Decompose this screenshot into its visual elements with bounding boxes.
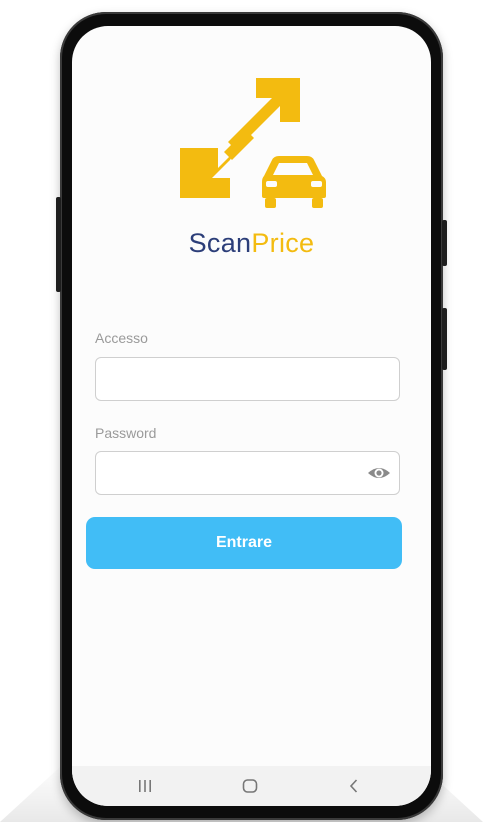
eye-icon[interactable] [367,463,391,483]
power-button [442,308,447,370]
recent-apps-icon[interactable] [135,776,155,796]
password-field[interactable] [95,451,400,495]
back-icon[interactable] [344,776,364,796]
brand-price: Price [251,228,315,258]
car-icon [262,156,326,208]
brand-scan: Scan [188,228,252,258]
scanprice-logo-icon [180,78,326,208]
brand-name: ScanPrice [72,226,431,260]
volume-button [56,197,61,292]
android-nav-bar [72,766,431,806]
login-button[interactable]: Entrare [86,517,402,569]
phone-frame: ScanPrice Accesso Password Entrare [56,12,447,820]
stage: ScanPrice Accesso Password Entrare [0,0,483,822]
password-label: Password [95,425,157,441]
side-key-upper [442,220,447,266]
username-field[interactable] [95,357,400,401]
home-icon[interactable] [240,776,260,796]
username-label: Accesso [95,330,148,346]
app-screen: ScanPrice Accesso Password Entrare [72,26,431,806]
